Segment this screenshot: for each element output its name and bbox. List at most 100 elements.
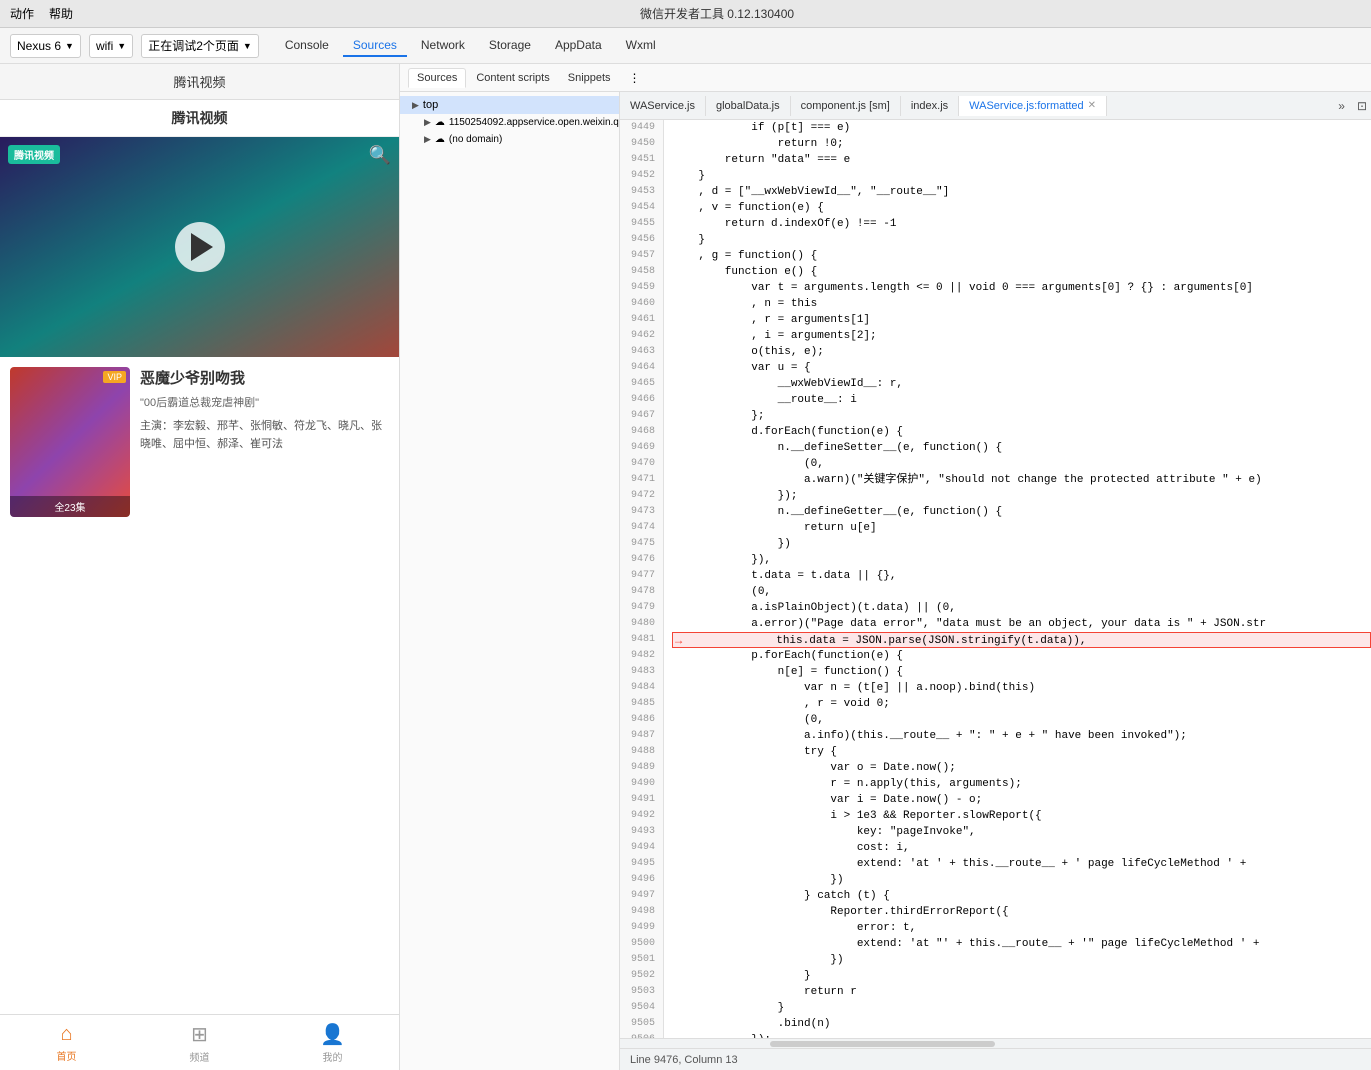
video-title[interactable]: 恶魔少爷别吻我 (140, 367, 389, 388)
file-tab-globaldata[interactable]: globalData.js (706, 96, 791, 116)
code-line: .bind(n) (672, 1016, 1371, 1032)
code-lines[interactable]: if (p[t] === e) return !0; return "data"… (664, 120, 1371, 1038)
app-top-bar: 腾讯视频 (0, 100, 399, 137)
file-tab-waservice-label: WAService.js (630, 100, 695, 112)
code-line: o(this, e); (672, 344, 1371, 360)
code-line: __route__: i (672, 392, 1371, 408)
tree-item-label: top (423, 99, 438, 111)
code-line: try { (672, 744, 1371, 760)
scrollbar-thumb[interactable] (770, 1041, 995, 1047)
code-line: var u = { (672, 360, 1371, 376)
sources-tabs: Sources Content scripts Snippets ⋮ (400, 64, 1371, 92)
tree-item-no-domain[interactable]: ▶ ☁ (no domain) (400, 131, 619, 148)
code-line: n.__defineSetter__(e, function() { (672, 440, 1371, 456)
code-line: d.forEach(function(e) { (672, 424, 1371, 440)
code-line: i > 1e3 && Reporter.slowReport({ (672, 808, 1371, 824)
home-icon: ⌂ (60, 1023, 72, 1046)
sources-tab-content-scripts[interactable]: Content scripts (468, 69, 557, 87)
app-name-header: 腾讯视频 (173, 75, 225, 90)
code-line: }) (672, 872, 1371, 888)
sources-tab-sources[interactable]: Sources (408, 68, 466, 88)
code-line: var n = (t[e] || a.noop).bind(this) (672, 680, 1371, 696)
code-line: , i = arguments[2]; (672, 328, 1371, 344)
code-line: , r = void 0; (672, 696, 1371, 712)
file-tab-component[interactable]: component.js [sm] (791, 96, 901, 116)
tree-item-top[interactable]: ▶ top (400, 96, 619, 114)
code-line: } (672, 168, 1371, 184)
nav-channels-label: 频道 (190, 1049, 210, 1064)
code-line: a.isPlainObject)(t.data) || (0, (672, 600, 1371, 616)
code-line: a.error)("Page data error", "data must b… (672, 616, 1371, 632)
app-title: 微信开发者工具 0.12.130400 (73, 5, 1361, 22)
code-line: r = n.apply(this, arguments); (672, 776, 1371, 792)
file-tab-close-icon[interactable]: ✕ (1088, 100, 1096, 111)
phone-header: 腾讯视频 (0, 64, 399, 100)
tab-appdata[interactable]: AppData (545, 35, 612, 57)
nav-profile-label: 我的 (323, 1049, 343, 1064)
nav-home-label: 首页 (57, 1048, 77, 1063)
tencent-logo: 腾讯视频 (8, 145, 60, 164)
menu-help[interactable]: 帮助 (49, 5, 73, 22)
network-chevron-icon: ▼ (117, 41, 126, 51)
code-line: return "data" === e (672, 152, 1371, 168)
code-line: return r (672, 984, 1371, 1000)
code-line: return !0; (672, 136, 1371, 152)
tab-storage[interactable]: Storage (479, 35, 541, 57)
sources-tab-more-icon[interactable]: ⋮ (629, 71, 641, 85)
debug-selector[interactable]: 正在调试2个页面 ▼ (141, 34, 259, 58)
code-line: n[e] = function() { (672, 664, 1371, 680)
code-line: Reporter.thirdErrorReport({ (672, 904, 1371, 920)
menu-action[interactable]: 动作 (10, 5, 34, 22)
file-tab-index-label: index.js (911, 100, 948, 112)
episode-count: 全23集 (10, 496, 130, 517)
play-icon (191, 233, 213, 261)
device-chevron-icon: ▼ (65, 41, 74, 51)
file-tab-waservice-formatted[interactable]: WAService.js:formatted ✕ (959, 96, 1107, 116)
profile-icon: 👤 (320, 1022, 345, 1047)
code-line: , r = arguments[1] (672, 312, 1371, 328)
code-line: __wxWebViewId__: r, (672, 376, 1371, 392)
code-line: }) (672, 952, 1371, 968)
tab-sources[interactable]: Sources (343, 35, 407, 57)
code-editor: WAService.js globalData.js component.js … (620, 92, 1371, 1070)
file-tabs-more-icon[interactable]: » (1330, 99, 1353, 113)
file-tab-formatted-label: WAService.js:formatted (969, 100, 1084, 112)
nav-item-profile[interactable]: 👤 我的 (266, 1015, 399, 1070)
debug-label: 正在调试2个页面 (148, 37, 239, 54)
file-tab-index[interactable]: index.js (901, 96, 959, 116)
code-line: }), (672, 552, 1371, 568)
tree-item-domain[interactable]: ▶ ☁ 1150254092.appservice.open.weixin.qq… (400, 114, 619, 131)
file-tabs-panel-icon[interactable]: ⊡ (1353, 99, 1371, 113)
toolbar-tabs: Console Sources Network Storage AppData … (275, 35, 666, 57)
code-line: } (672, 232, 1371, 248)
code-line: error: t, (672, 920, 1371, 936)
file-tab-globaldata-label: globalData.js (716, 100, 780, 112)
status-bar: Line 9476, Column 13 (620, 1048, 1371, 1070)
code-line: (0, (672, 456, 1371, 472)
file-tab-waservice[interactable]: WAService.js (620, 96, 706, 116)
device-selector[interactable]: Nexus 6 ▼ (10, 34, 81, 58)
horizontal-scrollbar[interactable] (620, 1038, 1371, 1048)
video-thumbnail[interactable]: VIP 全23集 (10, 367, 130, 517)
search-icon[interactable]: 🔍 (369, 145, 391, 166)
tab-wxml[interactable]: Wxml (616, 35, 666, 57)
code-line: a.info)(this.__route__ + ": " + e + " ha… (672, 728, 1371, 744)
tab-console[interactable]: Console (275, 35, 339, 57)
nav-item-channels[interactable]: ⊞ 频道 (133, 1015, 266, 1070)
nav-item-home[interactable]: ⌂ 首页 (0, 1015, 133, 1070)
tab-network[interactable]: Network (411, 35, 475, 57)
debug-chevron-icon: ▼ (243, 41, 252, 51)
code-line: → this.data = JSON.parse(JSON.stringify(… (672, 632, 1371, 648)
sources-tab-snippets[interactable]: Snippets (560, 69, 619, 87)
code-line: , d = ["__wxWebViewId__", "__route__"] (672, 184, 1371, 200)
file-tree: ▶ top ▶ ☁ 1150254092.appservice.open.wei… (400, 92, 620, 1070)
play-button[interactable] (175, 222, 225, 272)
video-hero[interactable]: 腾讯视频 🔍 (0, 137, 399, 357)
tree-no-domain-label: (no domain) (449, 134, 502, 145)
tree-domain-label: 1150254092.appservice.open.weixin.qq.co (449, 117, 619, 128)
code-line: var i = Date.now() - o; (672, 792, 1371, 808)
cloud-icon: ☁ (435, 117, 445, 128)
code-line: if (p[t] === e) (672, 120, 1371, 136)
code-line: , g = function() { (672, 248, 1371, 264)
network-selector[interactable]: wifi ▼ (89, 34, 133, 58)
